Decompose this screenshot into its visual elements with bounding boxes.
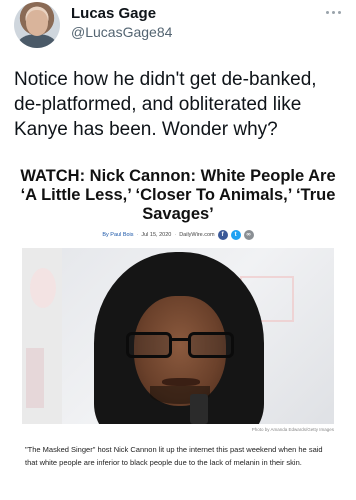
user-name[interactable]: Lucas Gage <box>71 5 156 22</box>
article-byline[interactable]: By Paul Bois <box>102 232 133 238</box>
glasses-bridge <box>172 338 188 341</box>
article-source: DailyWire.com <box>179 232 215 238</box>
article-photo <box>22 248 334 424</box>
avatar-face <box>26 10 48 36</box>
photo-credit: Photo by Amanda Edwards/Getty Images <box>251 427 334 432</box>
avatar-shirt <box>18 34 56 48</box>
article-card[interactable]: WATCH: Nick Cannon: White People Are ‘A … <box>0 160 356 500</box>
user-handle[interactable]: @LucasGage84 <box>71 24 172 40</box>
photo-backdrop-logo <box>26 348 44 408</box>
article-date: Jul 15, 2020 <box>141 232 172 238</box>
article-meta: By Paul Bois · Jul 15, 2020 · DailyWire.… <box>0 230 356 240</box>
tweet-text: Notice how he didn't get de-banked, de-p… <box>14 69 317 140</box>
photo-microphone <box>190 394 208 424</box>
photo-backdrop-logo <box>30 268 56 308</box>
twitter-icon[interactable]: t <box>230 230 241 240</box>
article-body: "The Masked Singer" host Nick Cannon lit… <box>25 445 323 467</box>
glasses-lens <box>188 332 234 358</box>
avatar[interactable] <box>14 2 60 48</box>
link-icon[interactable]: ∞ <box>243 230 254 240</box>
photo-mouth <box>162 378 200 386</box>
photo-glasses <box>126 332 234 358</box>
facebook-icon[interactable]: f <box>217 230 228 240</box>
more-dot-icon <box>331 10 335 14</box>
more-dot-icon <box>337 10 341 14</box>
article-headline[interactable]: WATCH: Nick Cannon: White People Are ‘A … <box>20 167 336 224</box>
meta-separator: · <box>136 232 139 238</box>
more-options-button[interactable] <box>320 4 346 20</box>
tweet-header: Lucas Gage @LucasGage84 <box>0 0 356 60</box>
more-dot-icon <box>325 10 329 14</box>
meta-separator: · <box>174 232 177 238</box>
glasses-lens <box>126 332 172 358</box>
